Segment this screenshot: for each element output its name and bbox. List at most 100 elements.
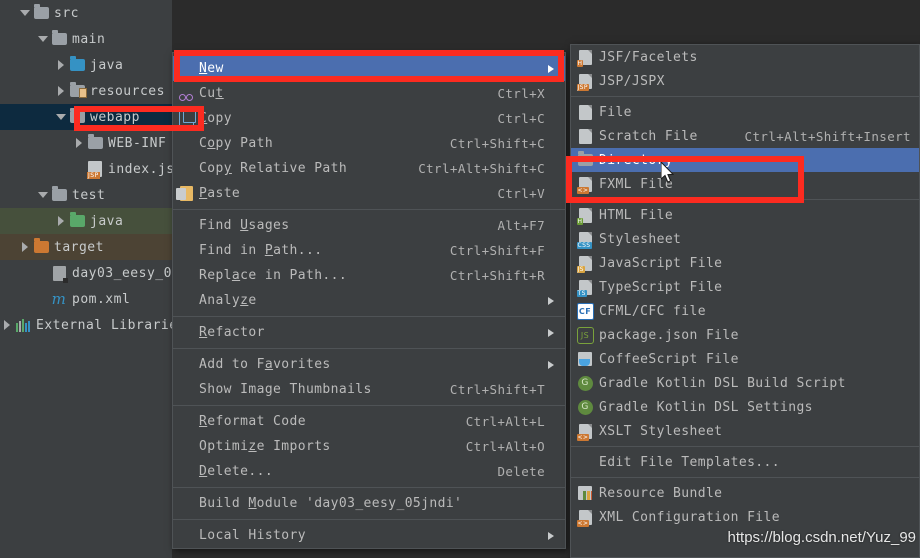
tree-row[interactable]: test	[0, 182, 172, 208]
submenu-item[interactable]: <> XSLT Stylesheet	[571, 419, 919, 443]
tree-row[interactable]: main	[0, 26, 172, 52]
chevron-right-icon[interactable]	[54, 52, 68, 78]
submenu-item[interactable]: JS JavaScript File	[571, 251, 919, 275]
submenu-item[interactable]: File	[571, 100, 919, 124]
tree-row[interactable]: src	[0, 0, 172, 26]
chevron-right-icon[interactable]	[72, 130, 86, 156]
submenu-item[interactable]: H HTML File	[571, 203, 919, 227]
menu-item[interactable]: New	[173, 56, 565, 81]
submenu-item[interactable]: Directory	[571, 148, 919, 172]
submenu-item[interactable]: H JSF/Facelets	[571, 45, 919, 69]
submenu-item-label: CFML/CFC file	[599, 303, 706, 319]
submenu-arrow-icon	[545, 328, 557, 337]
chevron-right-icon[interactable]	[18, 234, 32, 260]
cfml-icon: CF	[571, 299, 599, 323]
menu-item[interactable]: Delete... Delete	[173, 459, 565, 484]
tree-row[interactable]: index.jsp	[0, 156, 172, 182]
submenu-item[interactable]: CF CFML/CFC file	[571, 299, 919, 323]
tree-item-label: src	[54, 5, 79, 21]
new-file-submenu[interactable]: H JSF/Facelets JSP JSP/JSPX File Scratch File…	[570, 44, 920, 558]
menu-item[interactable]: Replace in Path... Ctrl+Shift+R	[173, 263, 565, 288]
menu-item[interactable]: Reformat Code Ctrl+Alt+L	[173, 409, 565, 434]
submenu-item[interactable]: Scratch File Ctrl+Alt+Shift+Insert	[571, 124, 919, 148]
submenu-item[interactable]: G Gradle Kotlin DSL Settings	[571, 395, 919, 419]
tree-row[interactable]: day03_eesy_05jndi.iml	[0, 260, 172, 286]
tree-row[interactable]: WEB-INF	[0, 130, 172, 156]
chevron-right-icon[interactable]	[0, 312, 14, 338]
menu-item[interactable]: Cut Ctrl+X	[173, 81, 565, 106]
submenu-item[interactable]: CoffeeScript File	[571, 347, 919, 371]
menu-item-shortcut: Ctrl+Shift+C	[449, 136, 545, 151]
menu-item[interactable]: Show Image Thumbnails Ctrl+Shift+T	[173, 377, 565, 402]
folder-grey-icon	[86, 130, 104, 156]
menu-icon-spacer	[173, 131, 199, 156]
folder-green-icon	[68, 208, 86, 234]
menu-icon-spacer	[173, 352, 199, 377]
tree-row[interactable]: target	[0, 234, 172, 260]
chevron-down-icon[interactable]	[18, 0, 32, 26]
scissors-icon	[173, 81, 199, 106]
menu-item-label: Paste	[199, 186, 241, 201]
menu-item-label: Replace in Path...	[199, 268, 348, 283]
submenu-item[interactable]: TS TypeScript File	[571, 275, 919, 299]
submenu-separator	[571, 446, 919, 447]
chevron-down-icon[interactable]	[54, 104, 68, 130]
menu-item-shortcut: Ctrl+V	[497, 186, 545, 201]
submenu-item-label: XSLT Stylesheet	[599, 423, 723, 439]
menu-item[interactable]: Copy Relative Path Ctrl+Alt+Shift+C	[173, 156, 565, 181]
submenu-item-label: CoffeeScript File	[599, 351, 739, 367]
submenu-item[interactable]: Resource Bundle	[571, 481, 919, 505]
tree-row[interactable]: webapp	[0, 104, 172, 130]
menu-separator	[173, 348, 565, 349]
menu-icon-spacer	[173, 409, 199, 434]
menu-item-label: Optimize Imports	[199, 439, 331, 454]
menu-item[interactable]: Find in Path... Ctrl+Shift+F	[173, 238, 565, 263]
menu-icon-spacer	[173, 377, 199, 402]
submenu-item[interactable]: CSS Stylesheet	[571, 227, 919, 251]
menu-item[interactable]: Optimize Imports Ctrl+Alt+O	[173, 434, 565, 459]
chevron-down-icon[interactable]	[36, 182, 50, 208]
menu-item[interactable]: Local History	[173, 523, 565, 548]
chevron-right-icon[interactable]	[54, 78, 68, 104]
menu-item-label: Build Module 'day03_eesy_05jndi'	[199, 496, 463, 511]
menu-item[interactable]: Copy Ctrl+C	[173, 106, 565, 131]
menu-item[interactable]: Paste Ctrl+V	[173, 181, 565, 206]
submenu-item[interactable]: G Gradle Kotlin DSL Build Script	[571, 371, 919, 395]
menu-item[interactable]: Refactor	[173, 320, 565, 345]
menu-item[interactable]: Find Usages Alt+F7	[173, 213, 565, 238]
menu-item[interactable]: Analyze	[173, 288, 565, 313]
chevron-right-icon[interactable]	[54, 208, 68, 234]
tree-row[interactable]: m pom.xml	[0, 286, 172, 312]
tree-row[interactable]: resources	[0, 78, 172, 104]
submenu-item[interactable]: JSP JSP/JSPX	[571, 69, 919, 93]
file-context-menu[interactable]: New Cut Ctrl+X Copy Ctrl+C Copy Path Ctrl+Shif…	[172, 52, 566, 549]
tree-item-label: target	[54, 239, 104, 255]
doc-jsp-icon: JSP	[571, 69, 599, 93]
submenu-item[interactable]: Edit File Templates...	[571, 450, 919, 474]
menu-icon-spacer	[173, 523, 199, 548]
menu-separator	[173, 487, 565, 488]
doc-xml-icon: <>	[571, 172, 599, 196]
doc-ts-icon: TS	[571, 275, 599, 299]
menu-item[interactable]: Add to Favorites	[173, 352, 565, 377]
tree-item-label: test	[72, 187, 106, 203]
submenu-item[interactable]: <> XML Configuration File	[571, 505, 919, 529]
menu-item[interactable]: Copy Path Ctrl+Shift+C	[173, 131, 565, 156]
menu-item-shortcut: Ctrl+Alt+O	[465, 439, 545, 454]
menu-item[interactable]: Build Module 'day03_eesy_05jndi'	[173, 491, 565, 516]
submenu-item[interactable]: JS package.json File	[571, 323, 919, 347]
submenu-item[interactable]: <> FXML File	[571, 172, 919, 196]
project-tree-panel[interactable]: src main java resources webapp WEB-INF index.j…	[0, 0, 172, 558]
submenu-item-label: JavaScript File	[599, 255, 723, 271]
chevron-down-icon[interactable]	[36, 26, 50, 52]
tree-item-label: java	[90, 57, 124, 73]
tree-row[interactable]: java	[0, 208, 172, 234]
tree-row[interactable]: java	[0, 52, 172, 78]
submenu-item-label: Gradle Kotlin DSL Settings	[599, 399, 813, 415]
menu-item-shortcut: Ctrl+C	[497, 111, 545, 126]
tree-row[interactable]: External Libraries	[0, 312, 172, 338]
menu-separator	[173, 405, 565, 406]
submenu-item-label: Resource Bundle	[599, 485, 723, 501]
submenu-item-label: TypeScript File	[599, 279, 723, 295]
copy-icon	[173, 106, 199, 131]
